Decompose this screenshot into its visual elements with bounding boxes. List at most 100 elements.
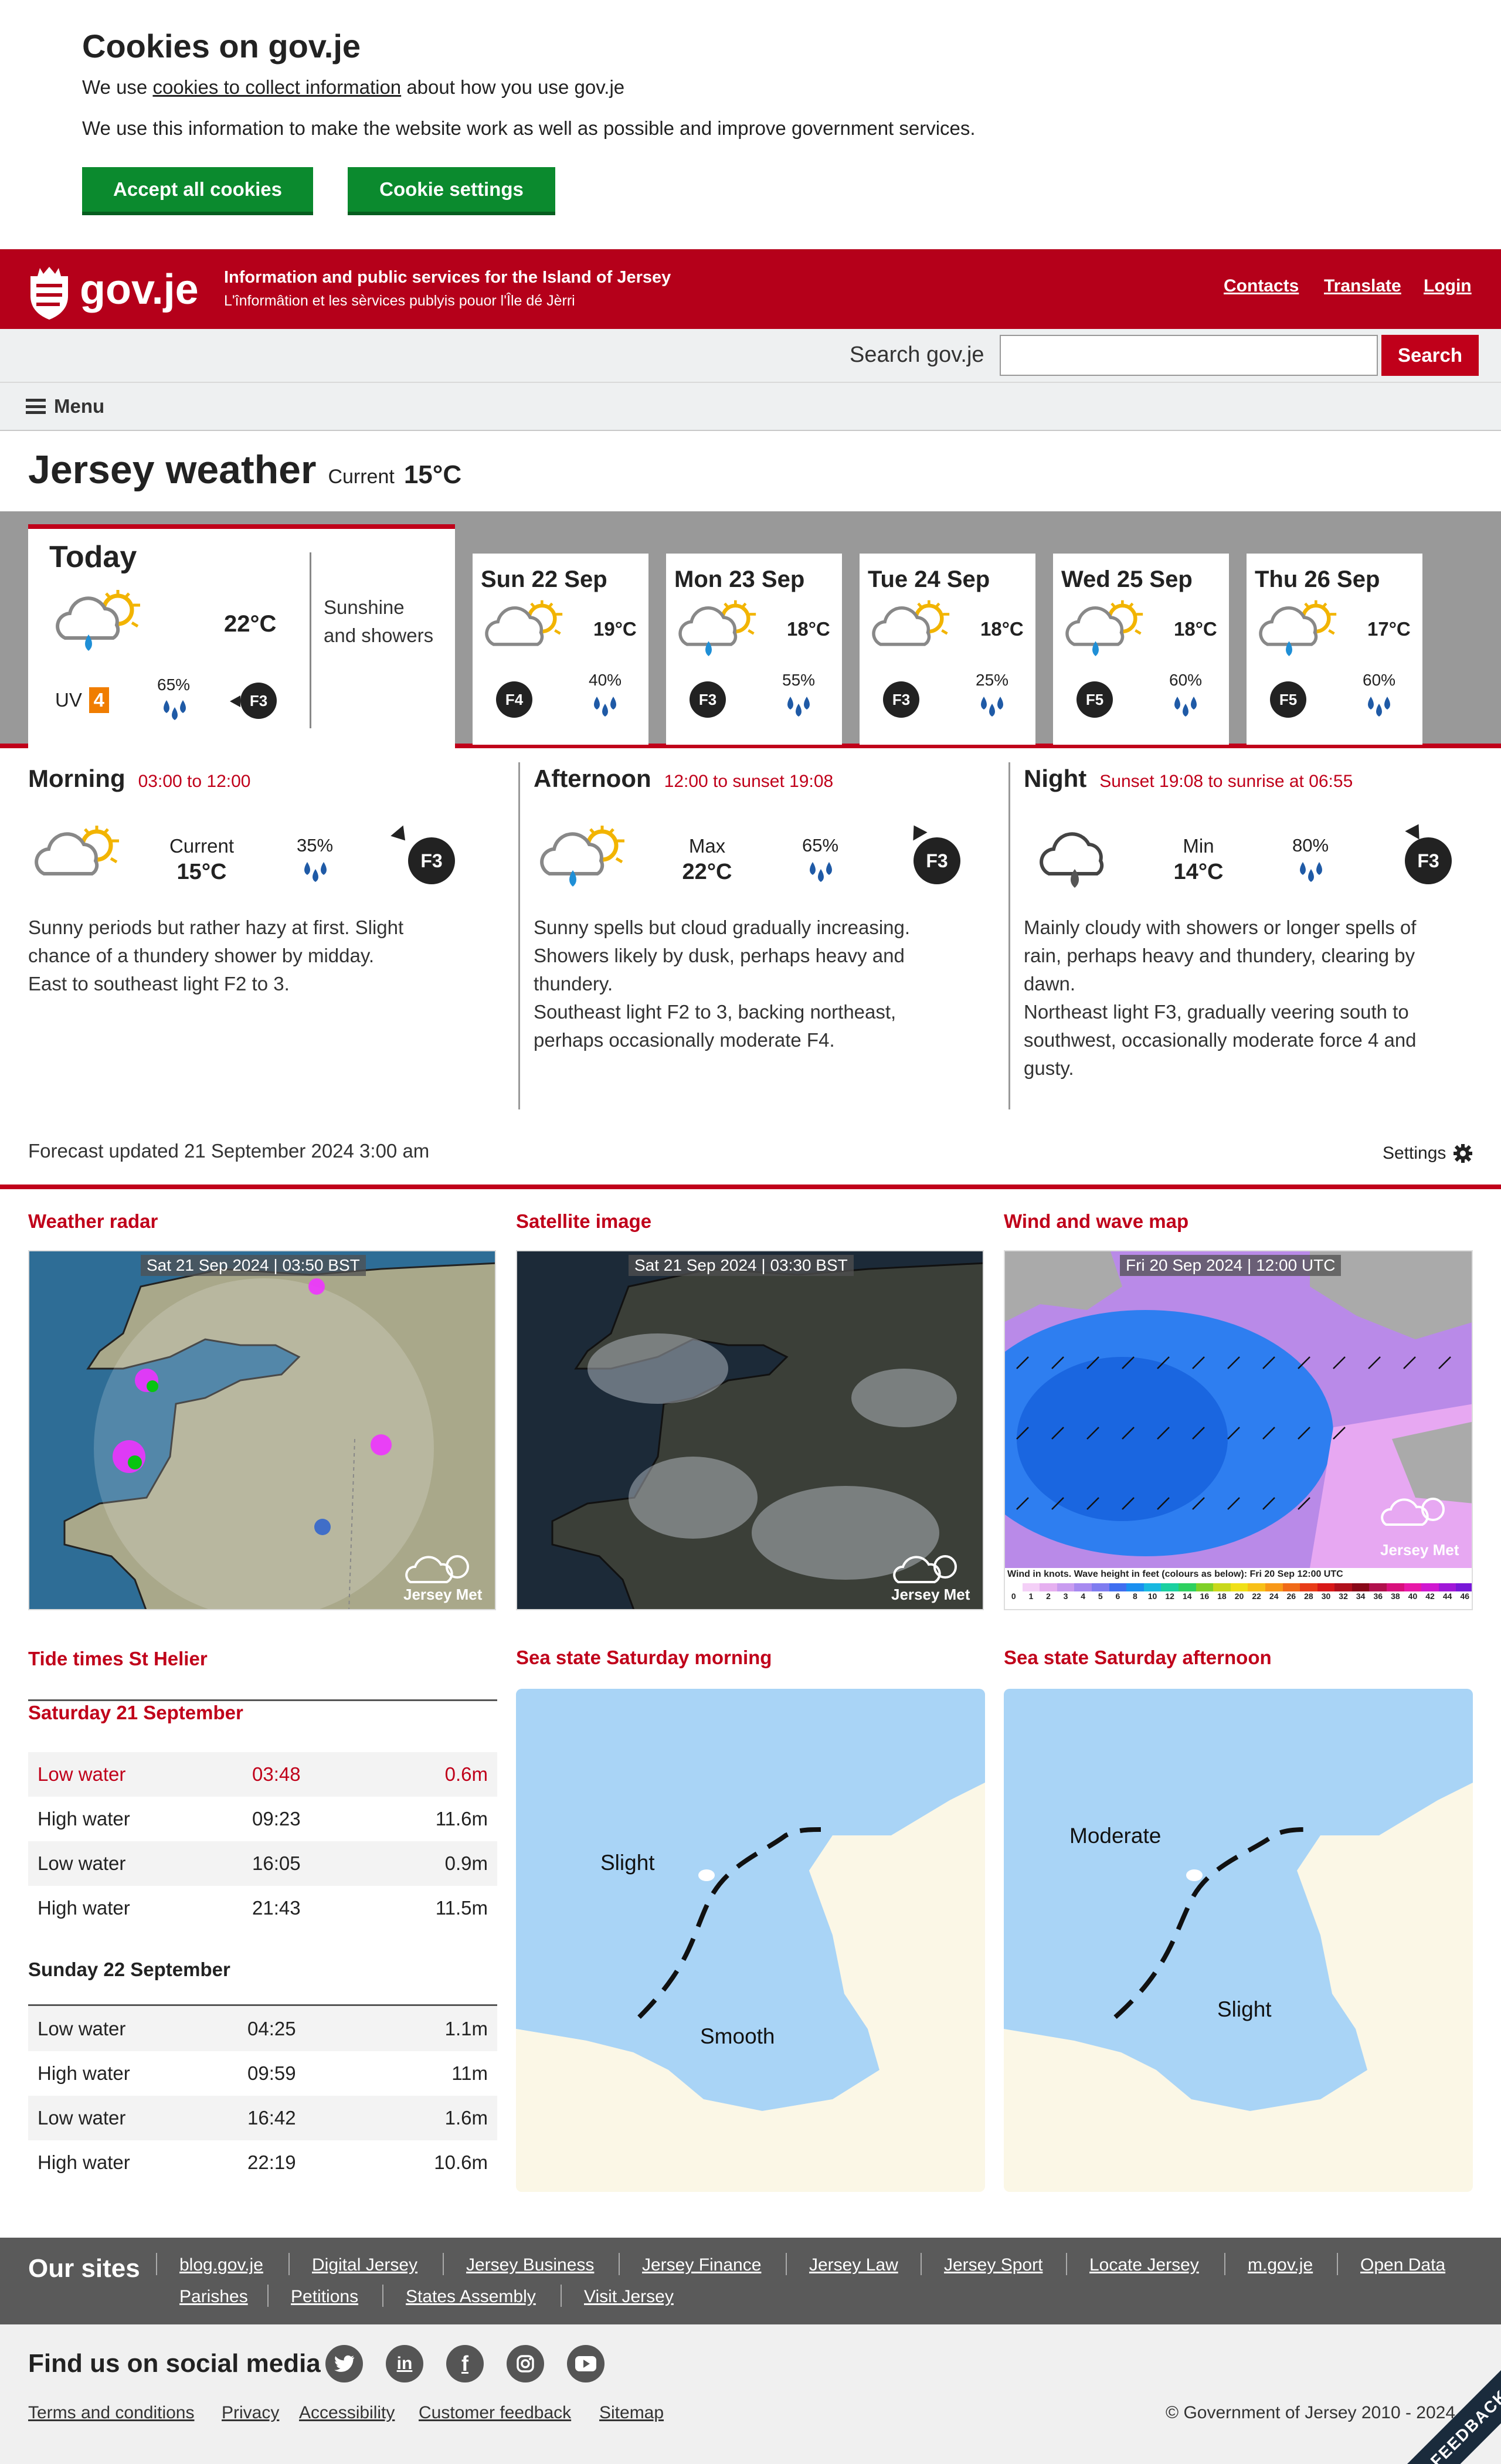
facebook-icon[interactable]: f: [446, 2345, 484, 2382]
uv-value-badge: 4: [89, 687, 109, 713]
site-link-jersey-sport[interactable]: Jersey Sport: [944, 2255, 1042, 2275]
site-link-jersey-business[interactable]: Jersey Business: [466, 2255, 594, 2275]
cookie-settings-button[interactable]: Cookie settings: [348, 167, 555, 215]
tide-row: Low water 04:25 1.1m: [28, 2007, 497, 2051]
search-input[interactable]: [1000, 335, 1378, 376]
wave-scale-step: 26: [1282, 1583, 1300, 1601]
day-rain-chance: 40%: [589, 671, 622, 689]
day-name: Tue 24 Sep: [868, 566, 990, 592]
sun-cloud-showers-icon: [1255, 598, 1343, 656]
govje-logo-link[interactable]: gov.je: [26, 257, 208, 322]
sea-state-afternoon-title[interactable]: Sea state Saturday afternoon: [1004, 1647, 1272, 1669]
wave-scale-step: 22: [1248, 1583, 1265, 1601]
radar-title[interactable]: Weather radar: [28, 1210, 158, 1233]
site-link-jersey-finance[interactable]: Jersey Finance: [642, 2255, 761, 2275]
footer-link-customer-feedback[interactable]: Customer feedback: [419, 2403, 571, 2423]
today-wind-badge: F3: [240, 683, 277, 719]
nav-contacts-link[interactable]: Contacts: [1224, 276, 1299, 296]
separator: [921, 2253, 922, 2275]
tab-day-wed-25[interactable]: Wed 25 Sep 18°C 60% F5: [1053, 554, 1229, 745]
site-link-visit-jersey[interactable]: Visit Jersey: [584, 2287, 674, 2307]
sun-cloud-icon: [868, 598, 956, 663]
twitter-icon[interactable]: [325, 2345, 363, 2382]
instagram-icon[interactable]: [507, 2345, 544, 2382]
youtube-icon[interactable]: [567, 2345, 605, 2382]
site-link-digital-jersey[interactable]: Digital Jersey: [312, 2255, 417, 2275]
sun-cloud-showers-icon: [534, 823, 633, 887]
search-button[interactable]: Search: [1381, 335, 1479, 376]
wave-scale-step: 4: [1074, 1583, 1092, 1601]
night-time: Sunset 19:08 to sunrise at 06:55: [1099, 772, 1353, 791]
satellite-title[interactable]: Satellite image: [516, 1210, 651, 1233]
day-rain-chance: 25%: [976, 671, 1009, 689]
sun-cloud-icon: [28, 823, 128, 894]
tide-row: Low water 03:48 0.6m: [28, 1752, 497, 1797]
tab-day-mon-23[interactable]: Mon 23 Sep 18°C 55% F3: [666, 554, 842, 745]
menu-button[interactable]: Menu: [26, 393, 104, 419]
footer-link-terms[interactable]: Terms and conditions: [28, 2403, 194, 2423]
sea-state-morning-map[interactable]: Slight Smooth: [516, 1689, 985, 2192]
nav-login-link[interactable]: Login: [1424, 276, 1472, 296]
feedback-ribbon[interactable]: FEEDBACK: [1372, 2335, 1501, 2464]
current-label: Current: [328, 466, 395, 488]
tide-type: Low water: [38, 2018, 126, 2039]
morning-description: Sunny periods but rather hazy at first. …: [28, 914, 497, 998]
legend-caption: Wind in knots. Wave height in feet (colo…: [1007, 1569, 1343, 1579]
tide-row: Low water 16:42 1.6m: [28, 2096, 497, 2140]
site-link-jersey-law[interactable]: Jersey Law: [809, 2255, 898, 2275]
sea-state-morning-title[interactable]: Sea state Saturday morning: [516, 1647, 772, 1669]
cookie-info-link[interactable]: cookies to collect information: [152, 76, 401, 98]
day-temperature: 18°C: [787, 618, 830, 640]
wind-wave-title[interactable]: Wind and wave map: [1004, 1210, 1188, 1233]
desc-line: dawn.: [1024, 973, 1076, 995]
desc-line: southwest, occasionally moderate force 4…: [1024, 1029, 1417, 1051]
site-link-petitions[interactable]: Petitions: [291, 2287, 358, 2307]
tide-type: Low water: [38, 1852, 126, 1874]
linkedin-icon[interactable]: in: [386, 2345, 423, 2382]
wind-direction-arrow-icon: [1405, 820, 1426, 840]
tab-day-sun-22[interactable]: Sun 22 Sep 19°C 40% F4: [473, 554, 648, 745]
sea-state-afternoon-lower: Slight: [1217, 1997, 1272, 2021]
footer-link-privacy[interactable]: Privacy: [222, 2403, 279, 2423]
rain-drops-icon: [304, 862, 327, 882]
our-sites-bar: Our sites blog.gov.je Digital Jersey Jer…: [0, 2238, 1501, 2324]
page-title: Jersey weather: [28, 447, 317, 492]
settings-button[interactable]: Settings: [1383, 1143, 1473, 1163]
wave-scale-step: 46: [1456, 1583, 1472, 1601]
wave-scale-step: 28: [1300, 1583, 1317, 1601]
site-link-parishes[interactable]: Parishes: [179, 2287, 248, 2307]
tide-time: 09:23: [252, 1808, 301, 1830]
tide-row: High water 09:23 11.6m: [28, 1797, 497, 1841]
tide-type: High water: [38, 2151, 130, 2173]
footer-link-accessibility[interactable]: Accessibility: [299, 2403, 395, 2423]
gear-icon: [1454, 1144, 1473, 1163]
sea-state-afternoon-map[interactable]: Moderate Slight: [1004, 1689, 1473, 2192]
weather-radar-map[interactable]: Sat 21 Sep 2024 | 03:50 BST Jersey Met: [28, 1250, 496, 1610]
today-summary-line1: Sunshine: [324, 596, 405, 618]
wave-scale-step: 24: [1265, 1583, 1283, 1601]
wave-scale-step: 1: [1022, 1583, 1040, 1601]
tide-time: 04:25: [247, 2018, 296, 2039]
footer-link-sitemap[interactable]: Sitemap: [599, 2403, 664, 2423]
site-link-m-gov-je[interactable]: m.gov.je: [1248, 2255, 1313, 2275]
day-wind-badge: F4: [496, 681, 532, 718]
search-label: Search gov.je: [850, 342, 984, 367]
nav-translate-link[interactable]: Translate: [1324, 276, 1401, 296]
day-wind-force: F5: [1085, 690, 1104, 708]
tab-day-thu-26[interactable]: Thu 26 Sep 17°C 60% F5: [1247, 554, 1422, 745]
afternoon-wind-badge: F3: [913, 837, 960, 884]
social-title: Find us on social media: [28, 2349, 321, 2378]
site-link-blog[interactable]: blog.gov.je: [179, 2255, 263, 2275]
tide-height: 11m: [451, 2062, 488, 2084]
wind-direction-arrow-icon: [906, 821, 928, 841]
tab-today[interactable]: Today 22°C Sunshine and showers UV 4 65%…: [28, 524, 455, 748]
site-link-states-assembly[interactable]: States Assembly: [406, 2287, 536, 2307]
site-link-locate-jersey[interactable]: Locate Jersey: [1089, 2255, 1199, 2275]
wind-wave-map[interactable]: Fri 20 Sep 2024 | 12:00 UTC Jersey Met W…: [1004, 1250, 1473, 1610]
site-link-open-data[interactable]: Open Data: [1360, 2255, 1445, 2275]
tab-day-tue-24[interactable]: Tue 24 Sep 18°C 25% F3: [860, 554, 1035, 745]
satellite-image-map[interactable]: Sat 21 Sep 2024 | 03:30 BST Jersey Met: [516, 1250, 984, 1610]
accept-cookies-button[interactable]: Accept all cookies: [82, 167, 313, 215]
day-temperature: 19°C: [593, 618, 637, 640]
cookie-line1: We use cookies to collect information ab…: [82, 76, 624, 99]
